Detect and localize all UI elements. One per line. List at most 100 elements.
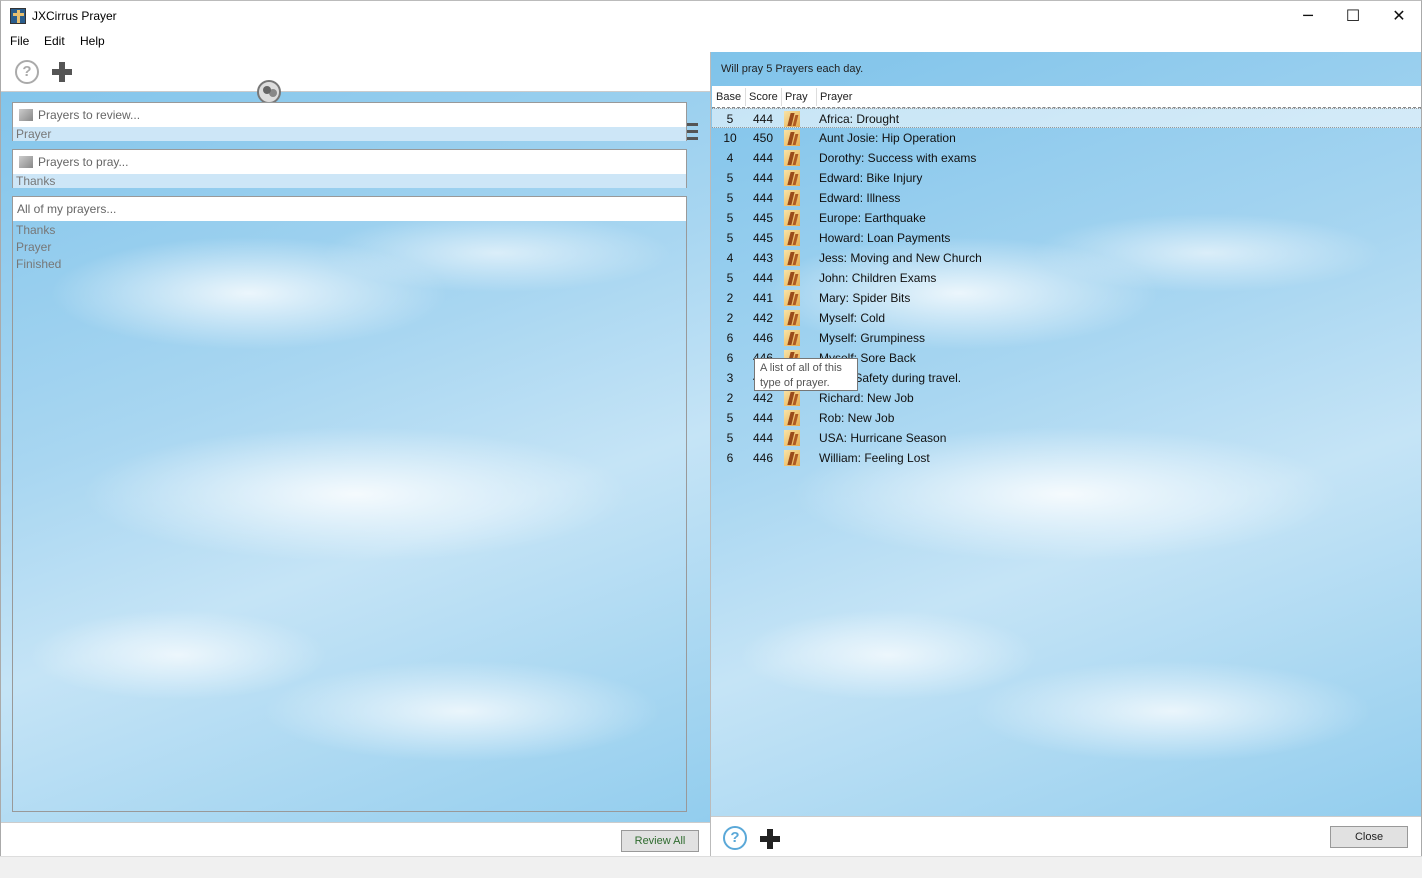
review-icon [19,109,33,121]
pray-icon[interactable] [784,250,800,266]
table-row[interactable]: 6 446 Myself: Grumpiness [712,328,1421,348]
table-row[interactable]: 5 444 John: Children Exams [712,268,1421,288]
help-icon[interactable]: ? [15,60,39,84]
left-pane: ? Prayers to review... Prayer Prayers to… [0,52,711,856]
review-all-button[interactable]: Review All [621,830,699,852]
score-cell: 444 [752,271,774,285]
score-cell: 446 [752,331,774,345]
prayer-cell: Richard: New Job [819,391,914,405]
table-row[interactable]: 2 441 Mary: Spider Bits [712,288,1421,308]
score-cell: 442 [752,391,774,405]
pray-icon[interactable] [784,310,800,326]
pray-icon[interactable] [784,330,800,346]
pray-icon[interactable] [784,190,800,206]
all-prayers-title: All of my prayers... [17,202,117,216]
pray-icon[interactable] [784,270,800,286]
score-cell: 445 [752,211,774,225]
all-prayers-list[interactable]: All of my prayers... Thanks Prayer Finis… [12,196,687,812]
table-row[interactable]: 5 444 Rob: New Job [712,408,1421,428]
column-base[interactable]: Base [716,91,741,103]
base-cell: 10 [723,131,737,145]
left-toolbar: ? [1,52,710,140]
base-cell: 4 [726,151,734,165]
pray-icon[interactable] [784,150,800,166]
table-row[interactable]: 5 444 Edward: Bike Injury [712,168,1421,188]
menu-edit[interactable]: Edit [44,34,65,48]
score-cell: 450 [752,131,774,145]
table-row[interactable]: 5 444 Africa: Drought [712,108,1421,128]
table-row[interactable]: 2 442 Myself: Cold [712,308,1421,328]
title-bar: JXCirrus Prayer ─ ☐ ✕ [0,0,1422,31]
review-list[interactable]: Prayers to review... Prayer [12,102,687,141]
prayer-cell: USA: Hurricane Season [819,431,947,445]
add-icon[interactable] [52,62,72,82]
help-icon[interactable]: ? [723,826,747,850]
left-footer: Review All [1,822,710,856]
column-prayer[interactable]: Prayer [820,91,852,103]
all-prayers-header[interactable]: All of my prayers... [13,197,686,221]
pray-icon[interactable] [784,210,800,226]
base-cell: 6 [726,351,734,365]
pray-icon [19,156,33,168]
base-cell: 5 [726,191,734,205]
pray-icon[interactable] [784,130,800,146]
table-row[interactable]: 4 444 Dorothy: Success with exams [712,148,1421,168]
prayer-cell: Africa: Drought [819,112,900,126]
minimize-button[interactable]: ─ [1285,1,1331,32]
prayer-cell: Myself: Cold [819,311,886,325]
pray-icon[interactable] [784,170,800,186]
table-row[interactable]: 5 445 Howard: Loan Payments [712,228,1421,248]
pray-list[interactable]: Prayers to pray... Thanks [12,149,687,188]
pray-icon[interactable] [784,230,800,246]
prayer-status-strip: Will pray 5 Prayers each day. [711,52,1421,86]
add-icon[interactable] [760,829,780,849]
base-cell: 6 [726,451,734,465]
pray-icon[interactable] [784,111,800,127]
pray-icon[interactable] [784,450,800,466]
base-cell: 2 [726,311,734,325]
pray-list-header[interactable]: Prayers to pray... [13,150,686,174]
table-row[interactable]: 5 444 Edward: Illness [712,188,1421,208]
group-icon[interactable] [257,80,281,104]
base-cell: 5 [726,211,734,225]
table-row[interactable]: 2 442 Richard: New Job [712,388,1421,408]
close-window-button[interactable]: ✕ [1376,1,1422,32]
menu-file[interactable]: File [10,34,29,48]
column-score[interactable]: Score [749,91,778,103]
tooltip: A list of all of this type of prayer. [754,358,858,391]
menu-help[interactable]: Help [80,34,105,48]
prayer-cell: William: Feeling Lost [819,451,930,465]
pray-icon[interactable] [784,410,800,426]
prayers-per-day-text: Will pray 5 Prayers each day. [721,63,864,75]
table-row[interactable]: 5 445 Europe: Earthquake [712,208,1421,228]
review-list-header[interactable]: Prayers to review... [13,103,686,127]
score-cell: 442 [752,311,774,325]
prayer-cell: Howard: Loan Payments [819,231,951,245]
list-item[interactable]: Thanks [13,174,686,188]
list-item[interactable]: Prayer [13,127,686,141]
prayer-cell: Jess: Moving and New Church [819,251,982,265]
prayer-cell: Edward: Illness [819,191,901,205]
pray-icon[interactable] [784,390,800,406]
close-button[interactable]: Close [1330,826,1408,848]
base-cell: 5 [726,271,734,285]
score-cell: 444 [752,411,774,425]
maximize-button[interactable]: ☐ [1330,1,1376,32]
table-row[interactable]: 6 446 William: Feeling Lost [712,448,1421,468]
pray-icon[interactable] [784,430,800,446]
right-footer: ? Close [711,816,1421,856]
base-cell: 2 [726,391,734,405]
table-row[interactable]: 4 443 Jess: Moving and New Church [712,248,1421,268]
list-item[interactable]: Prayer [13,240,686,254]
base-cell: 5 [726,231,734,245]
prayer-cell: Edward: Bike Injury [819,171,923,185]
list-item[interactable]: Thanks [13,223,686,237]
table-row[interactable]: 5 444 USA: Hurricane Season [712,428,1421,448]
table-row[interactable]: 10 450 Aunt Josie: Hip Operation [712,128,1421,148]
prayer-cell: Europe: Earthquake [819,211,926,225]
column-pray[interactable]: Pray [785,91,808,103]
prayer-cell: Aunt Josie: Hip Operation [819,131,956,145]
list-item[interactable]: Finished [13,257,686,271]
window-title: JXCirrus Prayer [32,9,117,23]
pray-icon[interactable] [784,290,800,306]
